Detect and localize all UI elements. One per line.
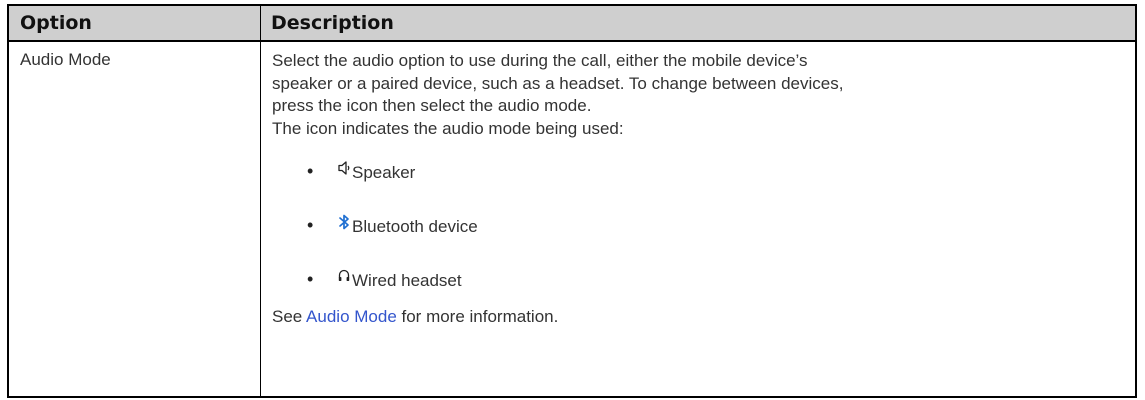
column-divider <box>260 6 261 396</box>
description-line: press the icon then select the audio mod… <box>272 96 592 115</box>
headset-icon <box>338 269 350 281</box>
table-header: Option Description <box>9 6 1135 42</box>
bluetooth-icon <box>339 214 349 230</box>
bullet-dot: • <box>307 269 314 289</box>
header-description: Description <box>271 12 394 34</box>
options-table: Option Description Audio Mode Select the… <box>7 4 1137 398</box>
bullet-dot: • <box>307 215 314 235</box>
bullet-label-headset: Wired headset <box>352 271 462 290</box>
bullet-label-bluetooth: Bluetooth device <box>352 217 478 236</box>
list-item: • Speaker <box>272 144 1122 198</box>
speaker-icon <box>338 161 350 175</box>
footer-line: See Audio Mode for more information. <box>272 306 1122 329</box>
footer-suffix: for more information. <box>396 307 559 326</box>
list-item: • Wired headset <box>272 252 1122 306</box>
header-option: Option <box>20 12 92 34</box>
description-cell: Select the audio option to use during th… <box>272 50 1122 329</box>
audio-mode-link[interactable]: Audio Mode <box>306 307 397 326</box>
footer-prefix: See <box>272 307 307 326</box>
description-line: The icon indicates the audio mode being … <box>272 118 624 138</box>
list-item: • Bluetooth device <box>272 198 1122 252</box>
description-line: speaker or a paired device, such as a he… <box>272 73 844 93</box>
audio-mode-list: • Speaker • Bluetooth device • Wired hea… <box>272 144 1122 306</box>
option-cell: Audio Mode <box>20 50 111 69</box>
bullet-label-speaker: Speaker <box>352 163 416 182</box>
bullet-dot: • <box>307 161 314 181</box>
description-line: Select the audio option to use during th… <box>272 51 808 70</box>
